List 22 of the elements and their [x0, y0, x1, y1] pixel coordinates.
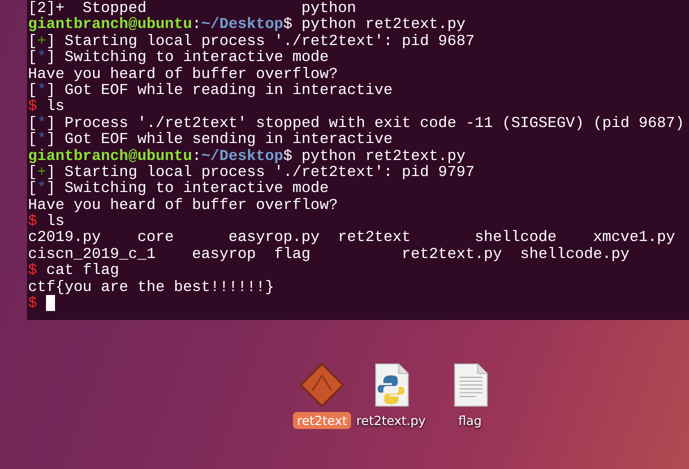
terminal-line: [*] Process './ret2text' stopped with exit code -11 (SIGSEGV) (pid 9687) — [27, 114, 686, 132]
terminal-line: $ cat flag — [27, 262, 120, 279]
terminal-line: [*] Got EOF while sending in interactive — [27, 131, 394, 148]
terminal-line: [*] Switching to interactive mode — [27, 49, 330, 66]
terminal-line: [+] Starting local process './ret2text': pid 9687 — [27, 32, 476, 50]
shell-prompt: $ — [28, 295, 38, 312]
terminal-line: giantbranch@ubuntu:~/Desktop$ python ret2text.py — [27, 148, 466, 164]
terminal-line: ciscn_2019_c_1 easyrop flag ret2text.py shellcode.py — [27, 246, 631, 262]
terminal-line: c2019.py core easyrop.py ret2text shellcode xmcve1.py — [27, 229, 676, 246]
terminal-line: [*] Switching to interactive mode — [27, 180, 330, 197]
terminal-line: Have you heard of buffer overflow? — [27, 196, 339, 214]
terminal-line: [*] Got EOF while reading in interactive — [27, 82, 394, 98]
terminal-line: $ ls — [27, 213, 66, 230]
file-name-label[interactable]: ret2text.py — [352, 412, 430, 429]
text-cursor — [46, 295, 56, 312]
terminal-line: Have you heard of buffer overflow? — [27, 66, 339, 82]
terminal-line: giantbranch@ubuntu:~/Desktop$ python ret2text.py — [27, 16, 466, 33]
terminal-line: $ ls — [27, 98, 66, 115]
terminal-line: ctf{you are the best!!!!!!} — [27, 278, 276, 296]
terminal-line: [+] Starting local process './ret2text': pid 9797 — [27, 164, 476, 180]
terminal-line: [2]+ Stopped python — [27, 0, 358, 16]
file-name-label[interactable]: flag — [454, 412, 486, 429]
